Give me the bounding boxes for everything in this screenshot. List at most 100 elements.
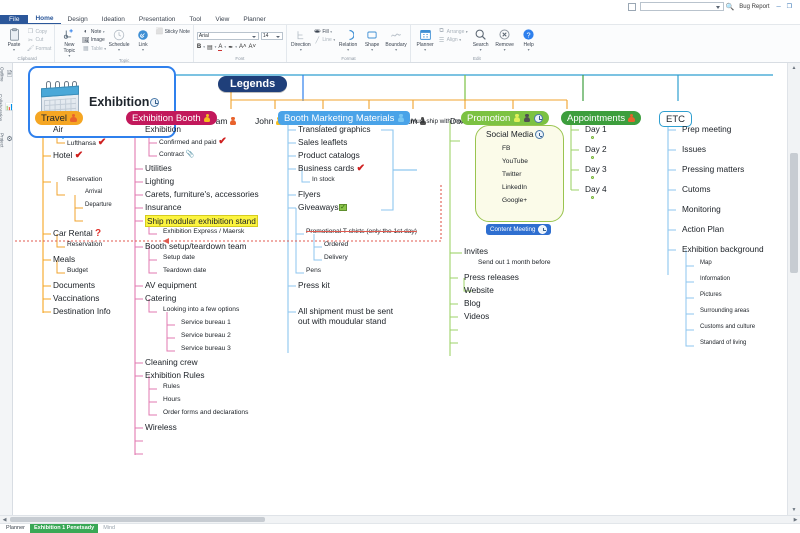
horizontal-scrollbar[interactable]: ◀ ▶	[0, 515, 800, 523]
table-button[interactable]: ▦Table▾	[82, 45, 106, 52]
planner-button[interactable]: Planner ▾	[414, 26, 436, 52]
relation-button[interactable]: Relation ▾	[337, 26, 359, 52]
scroll-up-arrow[interactable]: ▲	[788, 63, 800, 73]
sidebar-item-collaboration[interactable]: 📊 Collaboration	[0, 94, 14, 121]
line-button[interactable]: ╱Line▾	[314, 37, 335, 44]
minimize-button[interactable]: －	[776, 2, 782, 11]
remove-button[interactable]: Remove ▾	[494, 26, 516, 52]
topic-service-bureau-3[interactable]: Service bureau 3	[181, 345, 231, 352]
chevron-down-icon[interactable]: ▾	[103, 30, 105, 34]
topic-meals[interactable]: Meals	[53, 254, 75, 264]
topic-information[interactable]: Information	[700, 276, 730, 282]
arrange-button[interactable]: ⧉Arrange▾	[438, 28, 468, 35]
topic-wireless[interactable]: Wireless	[145, 422, 177, 432]
bug-report-link[interactable]: Bug Report	[739, 4, 769, 10]
ribbon-tab-planner[interactable]: Planner	[236, 15, 272, 24]
topic-av-equipment[interactable]: AV equipment	[145, 280, 197, 290]
vertical-scrollbar-thumb[interactable]	[790, 153, 798, 273]
topic-service-bureau-2[interactable]: Service bureau 2	[181, 332, 231, 339]
ribbon-tab-home[interactable]: Home	[28, 14, 60, 24]
topic-all-shipment[interactable]: All shipment must be sent out with moudu…	[298, 306, 403, 326]
topic-utilities[interactable]: Utilities	[145, 163, 172, 173]
topic-giveaways[interactable]: Giveaways	[298, 202, 347, 212]
topic-exhibition-rules[interactable]: Exhibition Rules	[145, 370, 205, 380]
branch-header-promotion[interactable]: Promotion	[461, 111, 549, 125]
paste-button[interactable]: Paste ▾	[3, 26, 25, 52]
scroll-down-arrow[interactable]: ▼	[788, 505, 800, 515]
topic-reservation-1[interactable]: Reservation	[67, 176, 102, 183]
help-button[interactable]: ? Help ▾	[518, 26, 540, 52]
topic-flyers[interactable]: Flyers	[298, 189, 321, 199]
branch-header-appointments[interactable]: Appointments	[561, 111, 641, 125]
schedule-dropdown[interactable]: ▾	[118, 48, 120, 52]
topic-linkedin[interactable]: LinkedIn	[502, 184, 527, 191]
topic-air[interactable]: Air	[53, 124, 63, 134]
ribbon-tab-view[interactable]: View	[208, 15, 236, 24]
topic-website[interactable]: Website	[464, 285, 494, 295]
sidebar-item-project[interactable]: ⚙ Project	[0, 133, 13, 147]
topic-press-kit[interactable]: Press kit	[298, 280, 330, 290]
topic-blog[interactable]: Blog	[464, 298, 481, 308]
font-style-button[interactable]: ✒	[228, 44, 233, 51]
sidebar-item-outline[interactable]: 🖹 Outline	[0, 67, 12, 82]
topic-social-media[interactable]: Social Media	[486, 129, 544, 139]
cut-button[interactable]: ✂Cut	[27, 37, 51, 44]
topic-lighting[interactable]: Lighting	[145, 176, 174, 186]
topic-catering[interactable]: Catering	[145, 293, 176, 303]
topic-delivery[interactable]: Delivery	[324, 254, 348, 261]
chevron-down-icon[interactable]: ▾	[330, 30, 332, 34]
topic-product-catalogs[interactable]: Product catalogs	[298, 150, 360, 160]
chevron-down-icon[interactable]: ▾	[466, 30, 468, 34]
topic-exhibition-express[interactable]: Exhibition Express / Maersk	[163, 228, 244, 235]
topic-contract[interactable]: Contract 📎	[159, 150, 194, 158]
ribbon-tab-design[interactable]: Design	[61, 15, 95, 24]
copy-button[interactable]: ❐Copy	[27, 28, 51, 35]
topic-confirmed-paid[interactable]: Confirmed and paid ✔	[159, 137, 227, 146]
scroll-left-arrow[interactable]: ◀	[0, 516, 9, 523]
quick-search-combo[interactable]	[640, 2, 724, 11]
topic-send-out-1-month[interactable]: Send out 1 month before	[478, 259, 551, 266]
topic-fb[interactable]: FB	[502, 145, 510, 152]
topic-budget[interactable]: Budget	[67, 267, 88, 274]
sheet-tab-mind[interactable]: Mind	[99, 524, 119, 533]
shape-dropdown[interactable]: ▾	[371, 48, 373, 52]
topic-hours[interactable]: Hours	[163, 396, 181, 403]
chevron-down-icon[interactable]: ▾	[215, 45, 217, 49]
topic-arrival[interactable]: Arrival	[85, 189, 102, 195]
topic-carets-furniture[interactable]: Carets, furniture's, accessories	[145, 189, 259, 199]
new-topic-button[interactable]: New Topic ▾	[58, 26, 80, 58]
topic-departure[interactable]: Departure	[85, 202, 112, 208]
topic-setup-date[interactable]: Setup date	[163, 254, 195, 261]
highlight-button[interactable]: ▤	[207, 44, 213, 51]
topic-customs-culture[interactable]: Customs and culture	[700, 324, 755, 330]
font-color-button[interactable]: A	[218, 44, 222, 51]
chevron-down-icon[interactable]: ▾	[459, 38, 461, 42]
format-painter-button[interactable]: 🖌Format	[27, 45, 51, 52]
topic-booth-setup-team[interactable]: Booth setup/teardown team	[145, 241, 246, 251]
topic-day-1[interactable]: Day 1	[585, 124, 607, 134]
sticky-note-button[interactable]: ⬜Sticky Note	[156, 28, 190, 35]
topic-cutoms[interactable]: Cutoms	[682, 184, 711, 194]
topic-surrounding-areas[interactable]: Surrounding areas	[700, 308, 749, 314]
scroll-right-arrow[interactable]: ▶	[791, 516, 800, 523]
chevron-down-icon[interactable]: ▾	[224, 45, 226, 49]
topic-standard-of-living[interactable]: Standard of living	[700, 340, 746, 346]
align-button[interactable]: ☰Align▾	[438, 37, 468, 44]
topic-videos[interactable]: Videos	[464, 311, 489, 321]
topic-sales-leaflets[interactable]: Sales leaflets	[298, 137, 347, 147]
branch-header-exhibition-booth[interactable]: Exhibition Booth	[126, 111, 217, 125]
topic-lufthansa[interactable]: Lufthansa ✔	[67, 138, 106, 147]
schedule-button[interactable]: Schedule ▾	[108, 26, 130, 52]
search-button[interactable]: Search ▾	[470, 26, 492, 52]
topic-prep-meeting[interactable]: Prep meeting	[682, 124, 731, 134]
topic-press-releases[interactable]: Press releases	[464, 272, 519, 282]
help-dropdown[interactable]: ▾	[528, 48, 530, 52]
ribbon-tab-ideation[interactable]: Ideation	[95, 15, 132, 24]
topic-twitter[interactable]: Twitter	[502, 171, 521, 178]
topic-business-cards[interactable]: Business cards ✔	[298, 163, 365, 173]
topic-exhibition[interactable]: Exhibition	[145, 124, 181, 134]
topic-exhibition-background[interactable]: Exhibition background	[682, 244, 764, 254]
paste-dropdown[interactable]: ▾	[13, 48, 15, 52]
horizontal-scrollbar-thumb[interactable]	[10, 517, 265, 522]
topic-action-plan[interactable]: Action Plan	[682, 224, 724, 234]
